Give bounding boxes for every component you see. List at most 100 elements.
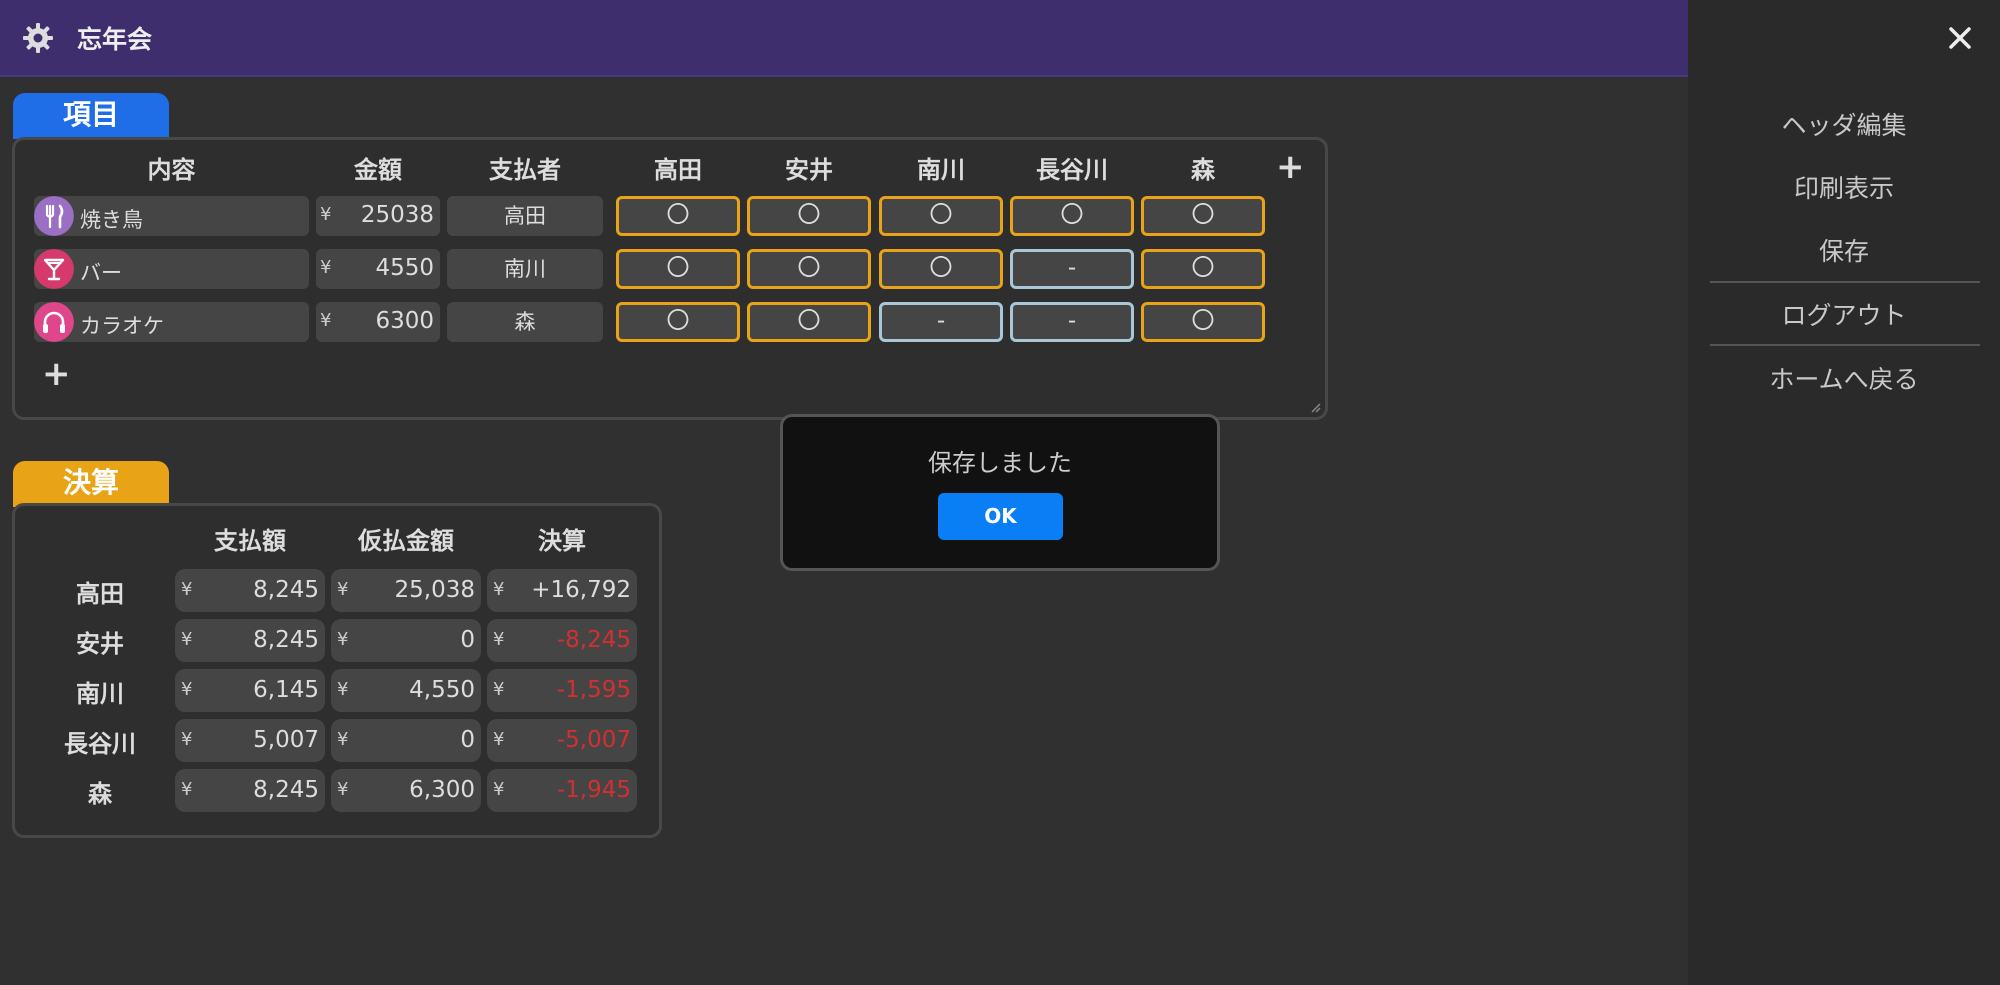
participation-toggle[interactable]: 〇 [616, 302, 740, 342]
menu-item-home[interactable]: ホームへ戻る [1688, 360, 2000, 396]
yen-symbol: ¥ [181, 679, 193, 700]
column-header-advance: 仮払金額 [358, 527, 454, 555]
item-name: バー [80, 261, 122, 285]
save-confirmation-dialog: 保存しました OK [780, 414, 1220, 571]
item-amount-field[interactable]: ¥ 4550 [316, 249, 440, 289]
advance-amount-field: ¥25,038 [331, 569, 481, 612]
yen-symbol: ¥ [320, 310, 332, 331]
column-header-content: 内容 [147, 156, 196, 184]
fork-knife-icon[interactable] [34, 196, 74, 236]
yen-symbol: ¥ [181, 579, 193, 600]
settlement-tab: 決算 [13, 461, 169, 507]
menu-divider [1710, 344, 1980, 346]
yen-symbol: ¥ [181, 779, 193, 800]
result-amount-field: ¥ -1,945 [487, 769, 637, 812]
advance-amount: 4,550 [409, 677, 475, 703]
result-amount-field: ¥ +16,792 [487, 569, 637, 612]
dialog-message: 保存しました [928, 449, 1072, 477]
yen-symbol: ¥ [320, 257, 332, 278]
item-name-field[interactable]: 焼き鳥 [34, 196, 309, 236]
participation-toggle[interactable]: 〇 [1141, 196, 1265, 236]
participation-toggle[interactable]: 〇 [1141, 302, 1265, 342]
headphones-icon[interactable] [34, 302, 74, 342]
member-name: 高田 [76, 580, 124, 608]
advance-amount: 0 [460, 727, 475, 753]
participation-toggle[interactable]: - [1010, 302, 1134, 342]
pay-amount-field: ¥5,007 [175, 719, 325, 762]
yen-symbol: ¥ [337, 579, 349, 600]
item-payer-select[interactable]: 南川 [447, 249, 603, 289]
menu-item-edit-header[interactable]: ヘッダ編集 [1688, 106, 2000, 142]
add-member-button[interactable]: + [1276, 150, 1305, 184]
participation-toggle[interactable]: 〇 [616, 196, 740, 236]
column-header-amount: 金額 [354, 156, 402, 184]
yen-symbol: ¥ [337, 729, 349, 750]
advance-amount-field: ¥6,300 [331, 769, 481, 812]
result-amount: +16,792 [531, 577, 631, 603]
participation-toggle[interactable]: 〇 [747, 249, 871, 289]
ok-button[interactable]: OK [938, 493, 1063, 540]
yen-symbol: ¥ [337, 779, 349, 800]
yen-symbol: ¥ [181, 729, 193, 750]
column-header-member: 安井 [785, 156, 833, 184]
pay-amount: 8,245 [253, 577, 319, 603]
advance-amount-field: ¥0 [331, 619, 481, 662]
item-amount: 4550 [375, 255, 434, 281]
item-amount-field[interactable]: ¥ 25038 [316, 196, 440, 236]
menu-divider [1710, 281, 1980, 283]
pay-amount: 5,007 [253, 727, 319, 753]
item-name: カラオケ [80, 314, 164, 338]
participation-toggle[interactable]: - [1010, 249, 1134, 289]
column-header-member: 高田 [654, 156, 702, 184]
yen-symbol: ¥ [320, 204, 332, 225]
cocktail-icon[interactable] [34, 249, 74, 289]
column-header-member: 長谷川 [1036, 156, 1108, 184]
result-amount: -8,245 [556, 627, 631, 653]
participation-toggle[interactable]: 〇 [747, 196, 871, 236]
pay-amount-field: ¥8,245 [175, 769, 325, 812]
item-name-field[interactable]: カラオケ [34, 302, 309, 342]
yen-symbol: ¥ [493, 729, 505, 750]
advance-amount: 25,038 [394, 577, 475, 603]
items-tab: 項目 [13, 93, 169, 139]
participation-toggle[interactable]: 〇 [1141, 249, 1265, 289]
pay-amount: 8,245 [253, 777, 319, 803]
item-payer-select[interactable]: 高田 [447, 196, 603, 236]
participation-toggle[interactable]: 〇 [616, 249, 740, 289]
participation-toggle[interactable]: 〇 [879, 196, 1003, 236]
app-header: 忘年会 [0, 0, 1688, 77]
resize-handle-icon[interactable] [1309, 401, 1321, 413]
pay-amount-field: ¥8,245 [175, 619, 325, 662]
participation-toggle[interactable]: 〇 [879, 249, 1003, 289]
pay-amount-field: ¥6,145 [175, 669, 325, 712]
result-amount-field: ¥ -5,007 [487, 719, 637, 762]
item-amount-field[interactable]: ¥ 6300 [316, 302, 440, 342]
add-item-button[interactable]: + [42, 357, 71, 391]
member-name: 安井 [76, 630, 124, 658]
member-name: 森 [88, 780, 112, 808]
item-name-field[interactable]: バー [34, 249, 309, 289]
participation-toggle[interactable]: 〇 [747, 302, 871, 342]
yen-symbol: ¥ [493, 779, 505, 800]
participation-toggle[interactable]: - [879, 302, 1003, 342]
participation-toggle[interactable]: 〇 [1010, 196, 1134, 236]
advance-amount-field: ¥0 [331, 719, 481, 762]
yen-symbol: ¥ [493, 679, 505, 700]
member-name: 長谷川 [64, 730, 136, 758]
result-amount-field: ¥ -8,245 [487, 619, 637, 662]
result-amount: -1,945 [556, 777, 631, 803]
pay-amount: 6,145 [253, 677, 319, 703]
item-amount: 25038 [360, 202, 434, 228]
sidebar-menu: ヘッダ編集 印刷表示 保存 ログアウト ホームへ戻る [1688, 0, 2000, 985]
item-amount: 6300 [375, 308, 434, 334]
menu-item-save[interactable]: 保存 [1688, 232, 2000, 268]
item-payer-select[interactable]: 森 [447, 302, 603, 342]
column-header-member: 南川 [917, 156, 965, 184]
result-amount: -1,595 [556, 677, 631, 703]
close-icon[interactable] [1942, 20, 1978, 56]
yen-symbol: ¥ [181, 629, 193, 650]
app-title: 忘年会 [77, 25, 153, 54]
menu-item-logout[interactable]: ログアウト [1688, 296, 2000, 332]
menu-item-print-view[interactable]: 印刷表示 [1688, 169, 2000, 205]
gear-icon[interactable] [22, 22, 54, 54]
